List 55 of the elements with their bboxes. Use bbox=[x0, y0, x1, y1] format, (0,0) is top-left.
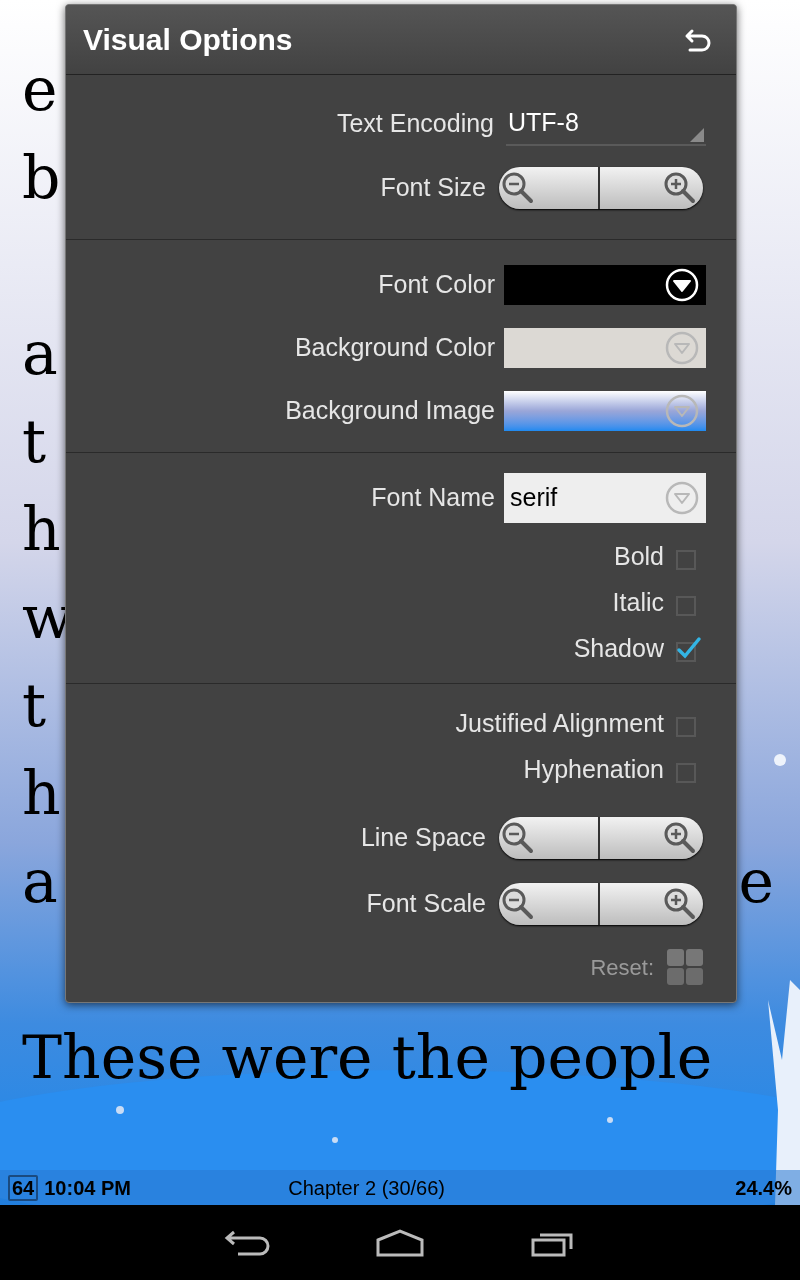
zoom-out-icon bbox=[501, 171, 535, 205]
zoom-in-icon bbox=[663, 821, 697, 855]
book-text: t bbox=[22, 669, 47, 742]
book-text: These were the people bbox=[22, 1021, 713, 1094]
checkbox[interactable] bbox=[676, 636, 702, 662]
option-label: Italic bbox=[612, 587, 665, 619]
dropdown-icon bbox=[664, 480, 700, 516]
corner-icon bbox=[690, 128, 704, 142]
zoom-out-icon bbox=[501, 887, 535, 921]
zoom-in-icon bbox=[663, 887, 697, 921]
option-label: Font Scale bbox=[366, 888, 487, 920]
book-text: b bbox=[22, 141, 61, 214]
dropdown-icon bbox=[664, 329, 700, 366]
image-picker[interactable] bbox=[504, 390, 706, 431]
book-text: a bbox=[22, 845, 58, 918]
home-icon bbox=[375, 1228, 425, 1257]
option-label: Reset: bbox=[590, 953, 655, 982]
home-button[interactable] bbox=[375, 1228, 425, 1257]
check-icon bbox=[676, 636, 702, 660]
option-label: Line Space bbox=[360, 822, 487, 854]
book-text: a bbox=[22, 317, 58, 390]
undo-icon bbox=[684, 27, 712, 52]
dropdown-icon bbox=[664, 392, 700, 429]
option-label: Justified Alignment bbox=[455, 708, 665, 740]
book-text: e bbox=[22, 53, 58, 126]
color-swatch[interactable] bbox=[504, 264, 706, 305]
option-label: Font Color bbox=[378, 268, 496, 300]
option-label: Font Size bbox=[380, 172, 487, 204]
progress-text: 24.4% bbox=[735, 1175, 792, 1201]
dropdown-icon bbox=[664, 266, 700, 303]
color-swatch[interactable] bbox=[504, 327, 706, 368]
option-label: Background Image bbox=[285, 394, 496, 426]
tile-icon bbox=[686, 968, 703, 985]
zoom-in-icon bbox=[663, 171, 697, 205]
option-label: Shadow bbox=[573, 633, 665, 665]
option-label: Font Name bbox=[371, 482, 496, 514]
font-select[interactable]: serif bbox=[504, 473, 706, 523]
tile-icon bbox=[667, 968, 684, 985]
book-text: h bbox=[22, 757, 61, 830]
book-text: e bbox=[738, 845, 774, 918]
dialog-title: Visual Options bbox=[83, 22, 293, 58]
tile-icon bbox=[667, 949, 684, 966]
book-text: h bbox=[22, 493, 61, 566]
back-button[interactable] bbox=[224, 1228, 270, 1257]
back-icon bbox=[224, 1228, 270, 1257]
option-label: Bold bbox=[613, 541, 665, 573]
option-label: Background Color bbox=[294, 331, 496, 363]
option-label: Hyphenation bbox=[523, 754, 665, 786]
tile-icon bbox=[686, 949, 703, 966]
chapter-text: Chapter 2 (30/66) bbox=[288, 1175, 446, 1201]
option-label: Text Encoding bbox=[336, 108, 495, 140]
encoding-dropdown[interactable]: UTF-8 bbox=[506, 102, 706, 146]
book-text: t bbox=[22, 405, 47, 478]
battery-indicator: 64 bbox=[8, 1174, 39, 1201]
zoom-out-icon bbox=[501, 821, 535, 855]
